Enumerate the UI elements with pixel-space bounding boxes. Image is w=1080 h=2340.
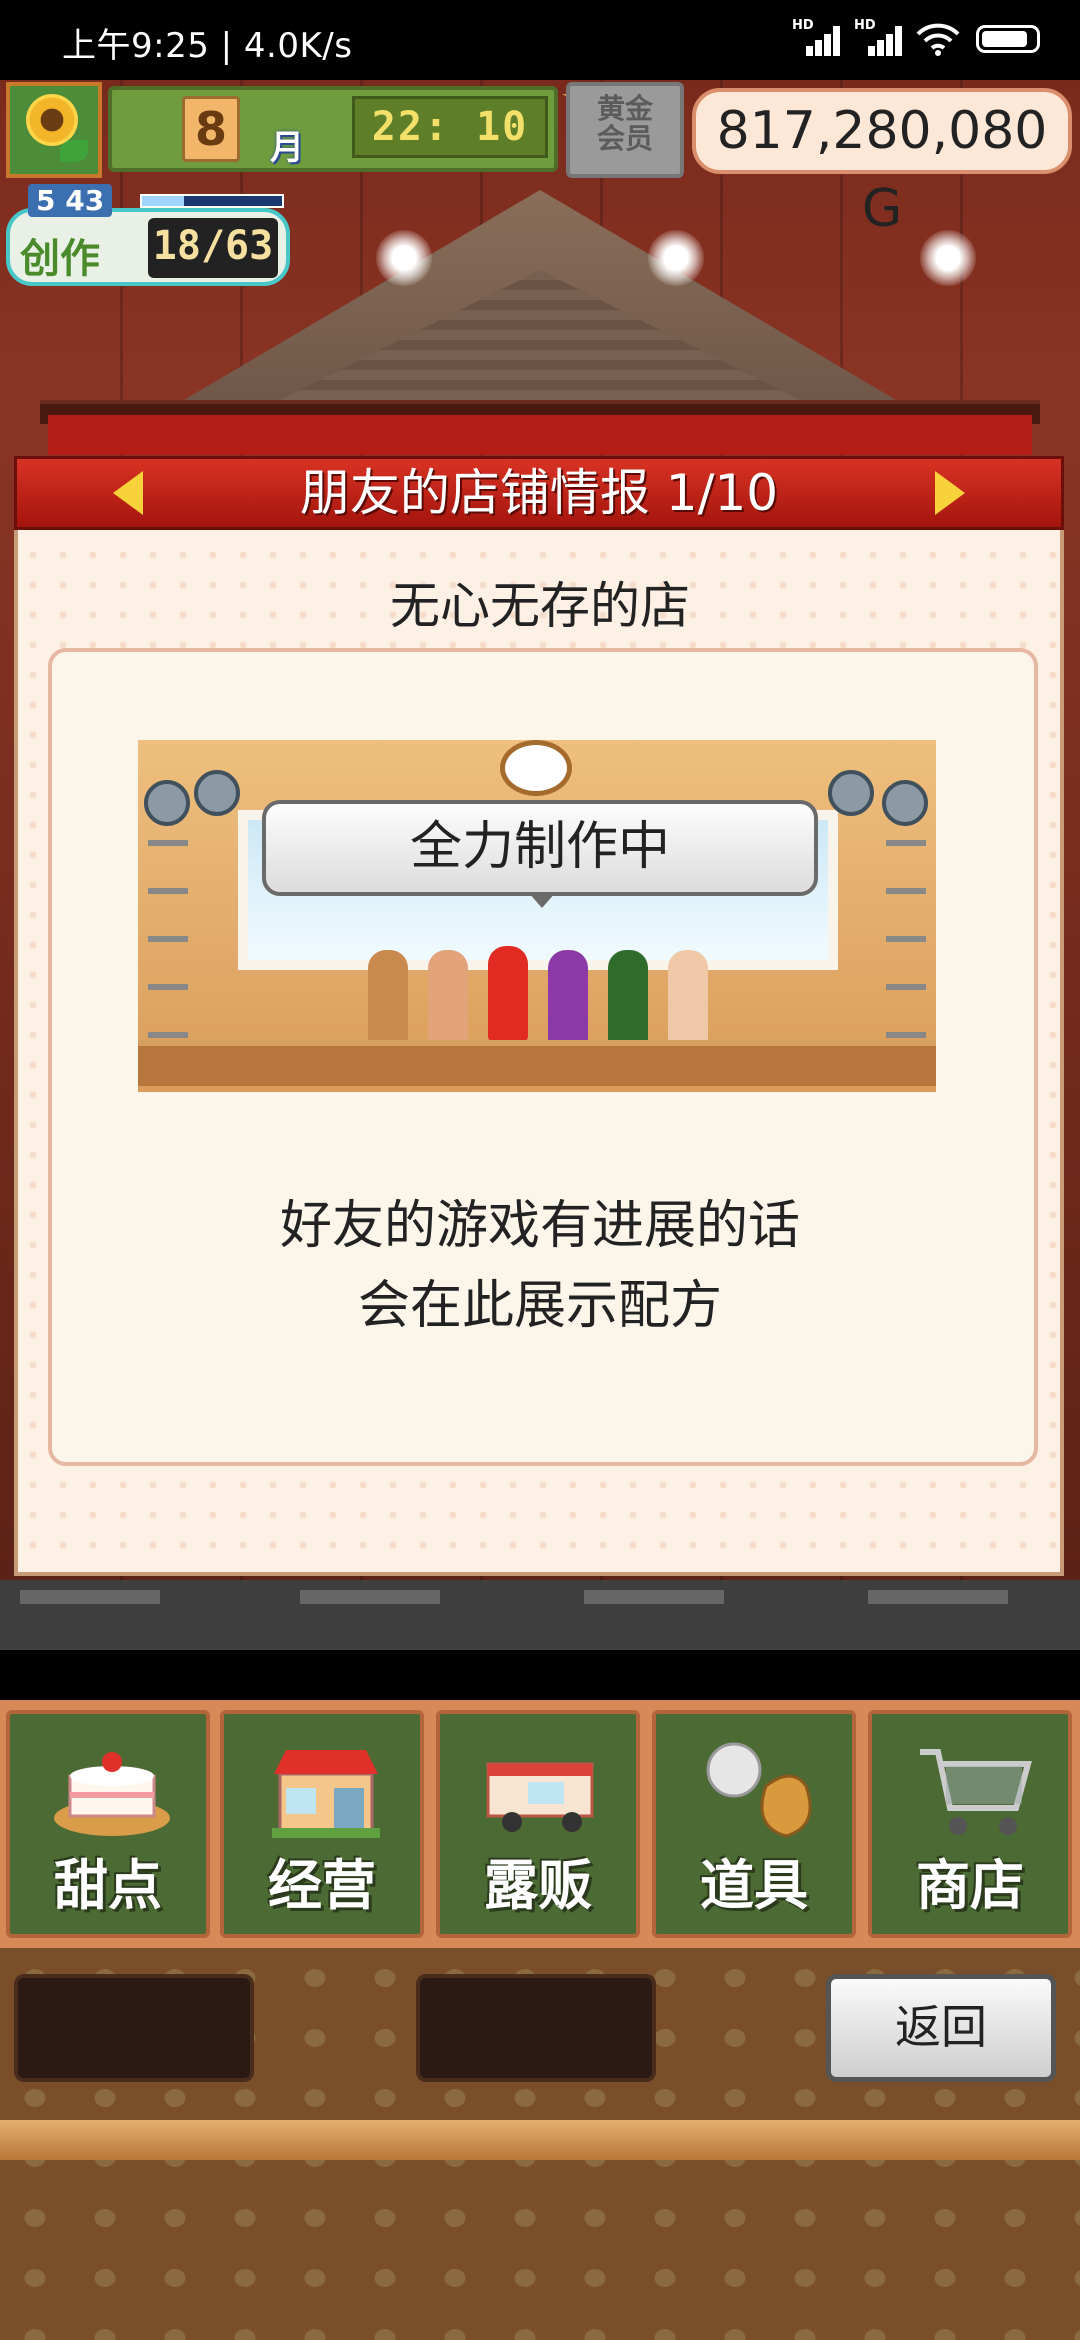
- spotlight: [648, 230, 704, 286]
- chef-character: [608, 950, 648, 1046]
- next-arrow-icon[interactable]: [935, 471, 965, 515]
- chef-character: [548, 950, 588, 1046]
- status-time: 上午9:25 | 4.0K/s: [62, 26, 353, 66]
- chef-character: [668, 950, 708, 1046]
- shelf: [886, 840, 926, 1040]
- pan-icon: [828, 770, 874, 816]
- awning: [48, 415, 1032, 455]
- menu-store-label: 商店: [916, 1854, 1024, 1917]
- menu-manage-button[interactable]: 经营: [220, 1710, 424, 1938]
- menu-manage-label: 经营: [268, 1854, 376, 1917]
- battery-icon: [976, 25, 1040, 53]
- menu-stall-label: 露贩: [484, 1854, 592, 1917]
- status-bubble: 全力制作中: [262, 800, 818, 896]
- shopping-cart-icon: [920, 1749, 1032, 1835]
- gold-member-badge[interactable]: 黄金 会员: [566, 82, 684, 178]
- create-counter[interactable]: 创作 18/63: [6, 208, 290, 286]
- signal-icon: HD: [854, 18, 902, 56]
- pan-icon: [144, 780, 190, 826]
- kitchen-counter: [138, 1040, 936, 1086]
- month-number: 8: [182, 96, 240, 162]
- spotlight: [376, 230, 432, 286]
- chef-character: [368, 950, 408, 1046]
- level-indicator: 5 43: [28, 184, 113, 217]
- xp-bar: [140, 194, 284, 208]
- shop-name: 无心无存的店: [390, 577, 690, 635]
- back-button[interactable]: 返回: [826, 1974, 1056, 2082]
- signal-icon: HD: [792, 18, 840, 56]
- spotlight: [920, 230, 976, 286]
- items-bag-icon: [706, 1742, 812, 1838]
- shelf: [148, 840, 188, 1040]
- pan-icon: [194, 770, 240, 816]
- game-clock: 22: 10: [352, 96, 548, 158]
- food-truck-icon: [486, 1762, 594, 1832]
- floor: [0, 1580, 1080, 1650]
- cake-icon: [54, 1752, 170, 1836]
- recipe-message-line1: 好友的游戏有进展的话: [279, 1196, 800, 1256]
- empty-slot: [14, 1974, 254, 2082]
- sunflower-icon: [26, 94, 78, 146]
- wifi-icon: [916, 23, 960, 56]
- pan-icon: [882, 780, 928, 826]
- money-display: 817,280,080 G: [692, 88, 1072, 239]
- leaf-icon: [60, 140, 88, 162]
- create-label: 创作: [20, 236, 100, 282]
- wood-strip: [0, 2120, 1080, 2160]
- wall-clock-icon: [500, 740, 572, 796]
- empty-slot: [416, 1974, 656, 2082]
- chef-character: [488, 946, 528, 1042]
- bubble-tail: [528, 892, 556, 908]
- calendar-panel: 8 月 22: 10: [108, 86, 558, 172]
- player-avatar[interactable]: [6, 82, 102, 178]
- menu-store-button[interactable]: 商店: [868, 1710, 1072, 1938]
- kitchen-illustration: [138, 740, 936, 1092]
- menu-stall-button[interactable]: 露贩: [436, 1710, 640, 1938]
- recipe-message: 好友的游戏有进展的话 会在此展示配方: [0, 1186, 1080, 1346]
- panel-title-bar: 朋友的店铺情报 1/10: [14, 456, 1064, 530]
- status-bar: 上午9:25 | 4.0K/s HD HD: [0, 0, 1080, 80]
- panel-title: 朋友的店铺情报 1/10: [299, 464, 779, 522]
- status-icons: HD HD: [792, 18, 1040, 56]
- recipe-message-line2: 会在此展示配方: [357, 1276, 722, 1336]
- menu-items-label: 道具: [700, 1854, 808, 1917]
- menu-dessert-label: 甜点: [54, 1854, 162, 1917]
- chef-character: [428, 950, 468, 1046]
- create-count: 18/63: [148, 218, 278, 278]
- menu-items-button[interactable]: 道具: [652, 1710, 856, 1938]
- menu-dessert-button[interactable]: 甜点: [6, 1710, 210, 1938]
- month-label: 月: [270, 128, 304, 168]
- shop-icon: [272, 1750, 380, 1838]
